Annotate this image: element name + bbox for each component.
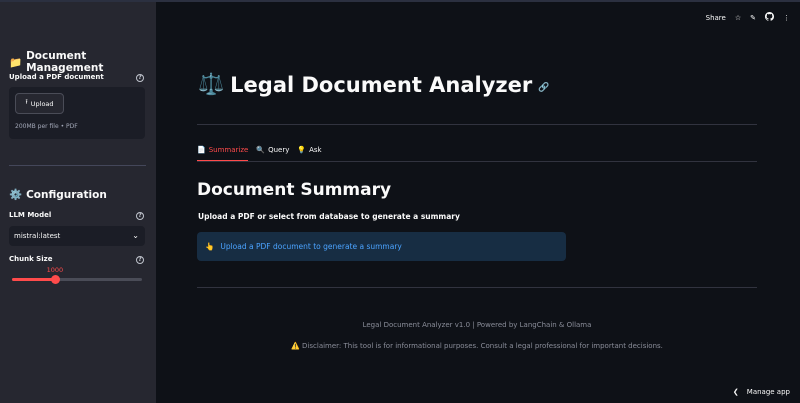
tab-ask[interactable]: 💡 Ask (297, 146, 321, 162)
manage-app-button[interactable]: ❮ Manage app (733, 388, 790, 396)
upload-icon: ⭱ (25, 98, 28, 106)
document-icon: 📄 (197, 146, 206, 154)
tabs-divider (197, 161, 757, 162)
upload-button[interactable]: ⭱ Upload (15, 93, 64, 114)
header-toolbar: Share ☆ ✎ ⋮ (706, 12, 790, 23)
document-management-header: 📁 Document Management (9, 50, 104, 74)
llm-model-select[interactable]: mistral:latest ⌄ (9, 226, 145, 246)
pointing-hand-icon: 👆 (205, 242, 215, 251)
section-subtitle: Upload a PDF or select from database to … (198, 212, 460, 221)
tab-summarize[interactable]: 📄 Summarize (197, 146, 249, 162)
warning-icon: ⚠️ (291, 342, 300, 350)
edit-icon[interactable]: ✎ (750, 14, 756, 22)
slider-fill (12, 278, 55, 281)
tab-bar: 📄 Summarize 🔍 Query 💡 Ask (197, 146, 322, 162)
llm-model-label: LLM Model (9, 211, 52, 219)
chunk-size-label: Chunk Size (9, 255, 53, 263)
help-icon[interactable]: ? (136, 212, 144, 220)
info-alert: 👆 Upload a PDF document to generate a su… (197, 232, 566, 261)
sidebar-divider (9, 165, 146, 166)
more-menu-icon[interactable]: ⋮ (783, 14, 790, 22)
scales-icon: ⚖️ (198, 72, 225, 96)
chunk-size-slider[interactable] (12, 275, 142, 284)
chevron-down-icon: ⌄ (132, 231, 139, 240)
footer-version: Legal Document Analyzer v1.0 | Powered b… (362, 321, 592, 329)
file-dropzone[interactable]: ⭱ Upload 200MB per file • PDF (9, 87, 145, 139)
share-button[interactable]: Share (706, 14, 726, 22)
page-title: ⚖️ Legal Document Analyzer 🔗 (198, 72, 550, 97)
section-title: Document Summary (197, 180, 392, 200)
divider (197, 124, 757, 125)
footer-disclaimer: ⚠️ Disclaimer: This tool is for informat… (291, 342, 663, 350)
help-icon[interactable]: ? (136, 74, 144, 82)
divider (197, 287, 757, 288)
tab-query[interactable]: 🔍 Query (256, 146, 289, 162)
chevron-left-icon: ❮ (732, 388, 739, 396)
github-icon[interactable] (765, 12, 774, 23)
chunk-size-value: 1000 (46, 266, 64, 274)
help-icon[interactable]: ? (136, 256, 144, 264)
folder-icon: 📁 (9, 56, 23, 69)
link-icon[interactable]: 🔗 (538, 83, 549, 93)
upload-hint: 200MB per file • PDF (15, 123, 78, 130)
lightbulb-icon: 💡 (297, 146, 307, 154)
star-icon[interactable]: ☆ (735, 14, 741, 22)
configuration-header: ⚙️ Configuration (9, 188, 107, 202)
gear-icon: ⚙️ (9, 189, 23, 201)
upload-label: Upload a PDF document (9, 73, 104, 81)
sidebar: 📁 Document Management Upload a PDF docum… (0, 2, 156, 403)
magnifier-icon: 🔍 (256, 146, 266, 154)
slider-thumb[interactable] (50, 275, 60, 284)
